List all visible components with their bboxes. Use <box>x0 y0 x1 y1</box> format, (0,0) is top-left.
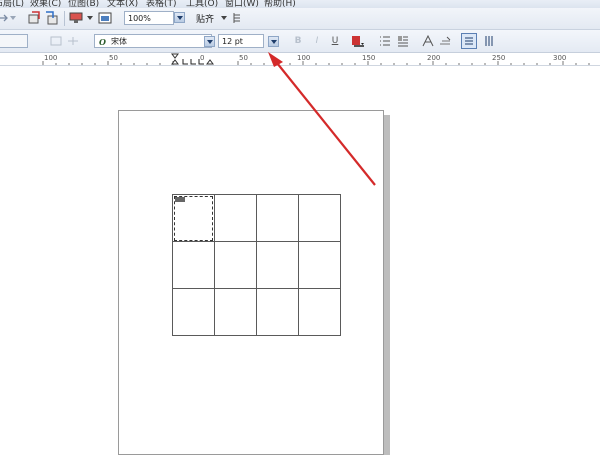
tab-stop-markers[interactable] <box>170 53 220 65</box>
font-size-dropdown-button[interactable] <box>268 36 279 47</box>
ruler-label: 300 <box>553 54 567 62</box>
ruler-label: 250 <box>492 54 506 62</box>
menu-help[interactable]: 帮助(H) <box>264 0 296 8</box>
menu-effects[interactable]: 效果(C) <box>30 0 61 8</box>
text-alignment-icon[interactable] <box>351 34 365 48</box>
font-family-value: 宋体 <box>111 37 127 46</box>
table-row <box>172 241 341 289</box>
active-text-frame[interactable] <box>174 196 213 241</box>
opentype-font-icon: O <box>99 37 106 47</box>
bullet-list-icon[interactable] <box>379 34 391 48</box>
table-cell[interactable] <box>298 241 341 289</box>
options-icon[interactable] <box>231 11 243 25</box>
dropdown-arrow-icon[interactable] <box>10 15 16 21</box>
toolbar-separator <box>64 11 65 26</box>
ruler-label: 100 <box>44 54 58 62</box>
font-family-dropdown-button[interactable] <box>204 36 215 47</box>
font-family-field[interactable]: O 宋体 <box>94 34 212 48</box>
chevron-down-icon <box>206 39 213 44</box>
position-field[interactable] <box>0 34 28 48</box>
italic-icon[interactable]: I <box>311 35 323 47</box>
ruler-label: 150 <box>362 54 376 62</box>
table-cell[interactable] <box>214 241 257 289</box>
horizontal-text-icon[interactable] <box>461 33 477 49</box>
underline-icon[interactable]: U <box>329 35 341 47</box>
table-cell[interactable] <box>256 288 299 336</box>
edit-text-icon[interactable] <box>438 34 452 48</box>
table-cell[interactable] <box>214 288 257 336</box>
chevron-down-icon <box>270 39 277 44</box>
menu-bar: 布局(L) 效果(C) 位图(B) 文本(X) 表格(T) 工具(O) 窗口(W… <box>0 0 600 8</box>
bold-icon[interactable]: B <box>292 35 304 47</box>
table-cell[interactable] <box>298 194 341 242</box>
text-frame-handle[interactable] <box>175 197 185 202</box>
table-cell[interactable] <box>298 288 341 336</box>
character-formatting-icon[interactable] <box>421 34 435 48</box>
table-cell[interactable] <box>256 194 299 242</box>
menu-tools[interactable]: 工具(O) <box>186 0 218 8</box>
table-row <box>172 288 341 336</box>
welcome-screen-icon[interactable] <box>98 11 112 25</box>
menu-window[interactable]: 窗口(W) <box>225 0 259 8</box>
font-size-field[interactable]: 12 pt <box>218 34 264 48</box>
snap-dropdown-icon[interactable] <box>221 15 227 21</box>
transform-icon[interactable] <box>49 34 63 48</box>
redo-icon[interactable] <box>0 12 8 24</box>
ruler-label: 100 <box>297 54 311 62</box>
standard-toolbar: 100% 贴齐 <box>0 8 600 30</box>
export-icon[interactable] <box>45 11 59 25</box>
table-cell[interactable] <box>214 194 257 242</box>
ruler-label: 200 <box>427 54 441 62</box>
application-launcher-icon[interactable] <box>69 11 83 25</box>
menu-text[interactable]: 文本(X) <box>107 0 138 8</box>
drop-cap-icon[interactable] <box>396 34 410 48</box>
vertical-text-icon[interactable] <box>482 34 496 48</box>
horizontal-ruler[interactable]: 100 50 0 50 100 150 200 250 300 <box>0 53 600 66</box>
zoom-dropdown-button[interactable] <box>174 12 185 23</box>
snap-to-button[interactable]: 贴齐 <box>196 12 214 25</box>
menu-layout[interactable]: 布局(L) <box>0 0 24 8</box>
chevron-down-icon <box>176 15 183 20</box>
property-bar: O 宋体 12 pt B I U <box>0 30 600 53</box>
table-cell[interactable] <box>172 288 215 336</box>
ruler-label: 50 <box>109 54 118 62</box>
ruler-label: 50 <box>239 54 248 62</box>
table-cell[interactable] <box>172 241 215 289</box>
menu-bitmaps[interactable]: 位图(B) <box>68 0 99 8</box>
zoom-level-field[interactable]: 100% <box>124 11 174 25</box>
table-cell[interactable] <box>256 241 299 289</box>
launcher-dropdown-icon[interactable] <box>87 15 93 21</box>
import-icon[interactable] <box>27 11 41 25</box>
menu-table[interactable]: 表格(T) <box>146 0 177 8</box>
mirror-icon[interactable] <box>66 34 80 48</box>
